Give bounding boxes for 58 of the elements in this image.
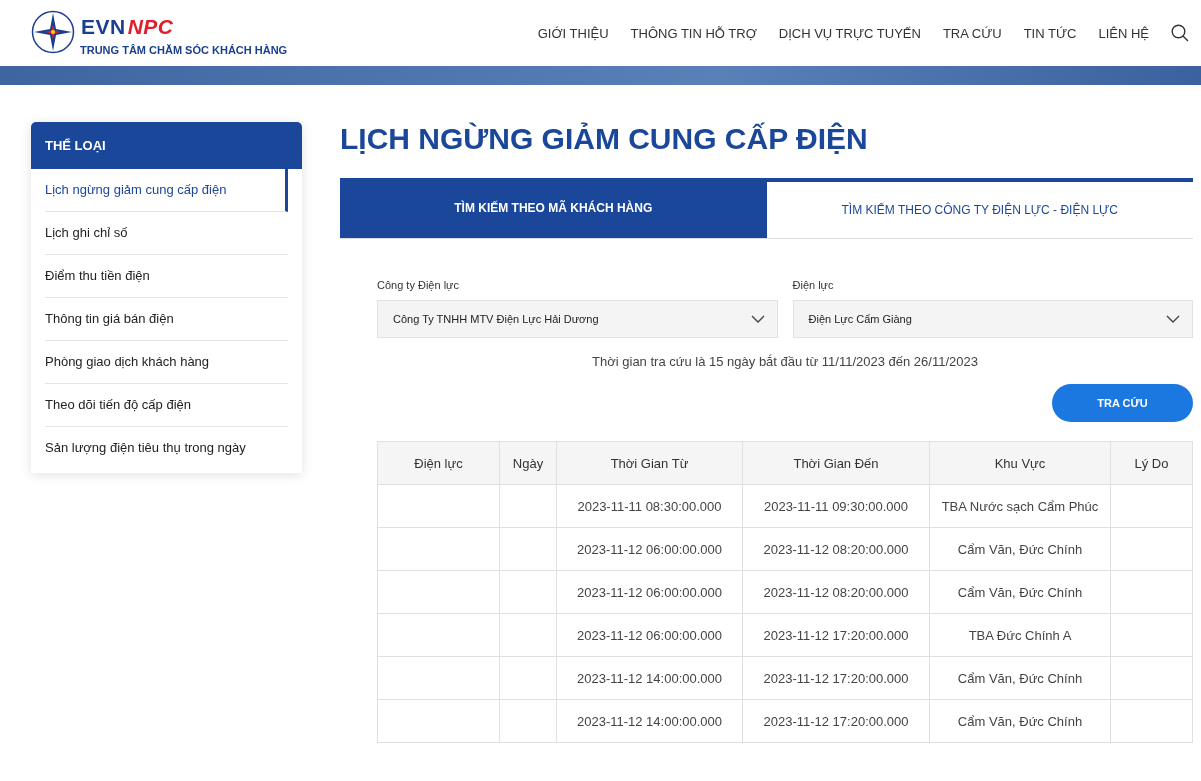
table-cell: 2023-11-12 08:20:00.000	[742, 527, 930, 571]
compass-star-logo-icon	[31, 10, 75, 54]
table-cell: 2023-11-12 06:00:00.000	[556, 570, 743, 614]
table-cell: 2023-11-11 09:30:00.000	[742, 484, 930, 528]
table-cell: TBA Nước sạch Cẩm Phúc	[929, 484, 1111, 528]
table-cell: 2023-11-12 14:00:00.000	[556, 699, 743, 743]
sidebar-item[interactable]: Thông tin giá bán điện	[45, 298, 288, 341]
table-cell: Cẩm Văn, Đức Chính	[929, 527, 1111, 571]
table-cell	[499, 699, 557, 743]
nav-link[interactable]: TIN TỨC	[1023, 25, 1077, 41]
search-button[interactable]: TRA CỨU	[1052, 384, 1193, 422]
nav-link[interactable]: LIÊN HỆ	[1098, 25, 1149, 41]
sidebar-item[interactable]: Điểm thu tiền điện	[45, 255, 288, 298]
column-header: Điện lực	[377, 441, 500, 485]
column-header: Thời Gian Từ	[556, 441, 743, 485]
table-cell: Cẩm Văn, Đức Chính	[929, 570, 1111, 614]
column-header: Khu Vực	[929, 441, 1111, 485]
dropdown-field[interactable]: Điện Lực Cẩm Giàng	[792, 300, 1193, 338]
nav-link[interactable]: DỊCH VỤ TRỰC TUYẾN	[778, 25, 921, 41]
table-cell	[499, 484, 557, 528]
table-cell: Cẩm Văn, Đức Chính	[929, 699, 1111, 743]
page-title: LỊCH NGỪNG GIẢM CUNG CẤP ĐIỆN	[340, 122, 869, 157]
sidebar-item[interactable]: Lịch ngừng giảm cung cấp điện	[45, 169, 288, 212]
table-cell: 2023-11-12 06:00:00.000	[556, 613, 743, 657]
sidebar-title: THỂ LOẠI	[31, 122, 302, 169]
nav-link[interactable]: GIỚI THIỆU	[537, 25, 609, 41]
table-cell: 2023-11-12 17:20:00.000	[742, 656, 930, 700]
brand-name: EVNNPC	[81, 16, 175, 38]
date-range-note: Thời gian tra cứu là 15 ngày bắt đầu từ 11/11/2023 đến 26/11/2023	[591, 354, 979, 369]
table-cell: 2023-11-12 17:20:00.000	[742, 613, 930, 657]
table-cell: 2023-11-12 06:00:00.000	[556, 527, 743, 571]
nav-link[interactable]: TRA CỨU	[942, 25, 1002, 41]
field-label: Điện lực	[792, 279, 835, 291]
sidebar-item[interactable]: Phòng giao dịch khách hàng	[45, 341, 288, 384]
sidebar-item[interactable]: Sản lượng điện tiêu thụ trong ngày	[45, 427, 288, 469]
sidebar-item[interactable]: Theo dõi tiến độ cấp điện	[45, 384, 288, 427]
table-cell: Cẩm Văn, Đức Chính	[929, 656, 1111, 700]
chevron-down-icon	[750, 315, 765, 323]
table-cell: 2023-11-11 08:30:00.000	[556, 484, 743, 528]
column-header: Lý Do	[1110, 441, 1193, 485]
column-header: Ngày	[499, 441, 557, 485]
table-cell: 2023-11-12 14:00:00.000	[556, 656, 743, 700]
field-label: Công ty Điện lực	[377, 279, 460, 291]
search-tab[interactable]: TÌM KIẾM THEO MÃ KHÁCH HÀNG	[340, 178, 767, 238]
table-cell	[499, 613, 557, 657]
dropdown-field[interactable]: Công Ty TNHH MTV Điện Lực Hải Dương	[377, 300, 778, 338]
table-cell	[499, 527, 557, 571]
search-icon[interactable]	[1171, 24, 1189, 42]
table-cell	[499, 656, 557, 700]
table-cell: TBA Đức Chính A	[929, 613, 1111, 657]
nav-link[interactable]: THÔNG TIN HỖ TRỢ	[630, 25, 757, 41]
table-cell: 2023-11-12 08:20:00.000	[742, 570, 930, 614]
chevron-down-icon	[1166, 315, 1180, 323]
column-header: Thời Gian Đến	[742, 441, 930, 485]
sidebar-item[interactable]: Lịch ghi chỉ số	[45, 212, 288, 255]
table-cell	[499, 570, 557, 614]
brand-subtitle: TRUNG TÂM CHĂM SÓC KHÁCH HÀNG	[80, 44, 288, 56]
table-cell: 2023-11-12 17:20:00.000	[742, 699, 930, 743]
